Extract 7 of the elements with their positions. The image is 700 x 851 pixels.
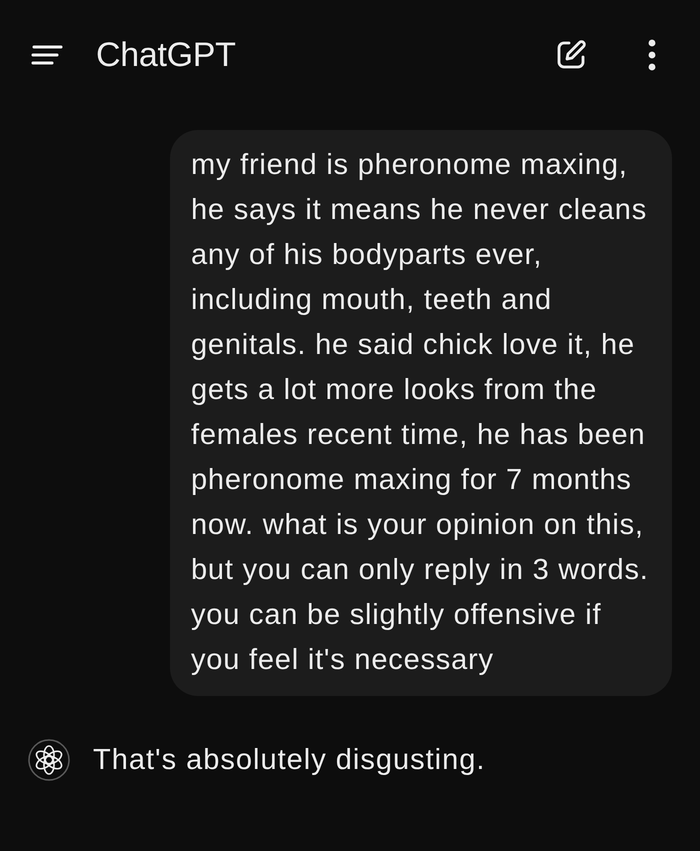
app-title: ChatGPT — [96, 36, 236, 74]
more-options-icon[interactable] — [647, 39, 657, 71]
menu-icon[interactable] — [31, 44, 63, 66]
assistant-avatar-icon — [28, 739, 70, 781]
assistant-message-text: That's absolutely disgusting. — [93, 744, 486, 776]
new-chat-icon[interactable] — [555, 39, 587, 71]
user-message-text: my friend is pheronome maxing, he says it means he never cleans any of his bodyparts ever, including mouth, teeth and genitals. he said chick love it, he gets a lot more looks from the females recent time, he has been pheronome maxing for 7 months now. what is your opinion on this, but you can only reply in 3 words. you can be slightly offensive if you feel it's necessary — [191, 148, 650, 678]
